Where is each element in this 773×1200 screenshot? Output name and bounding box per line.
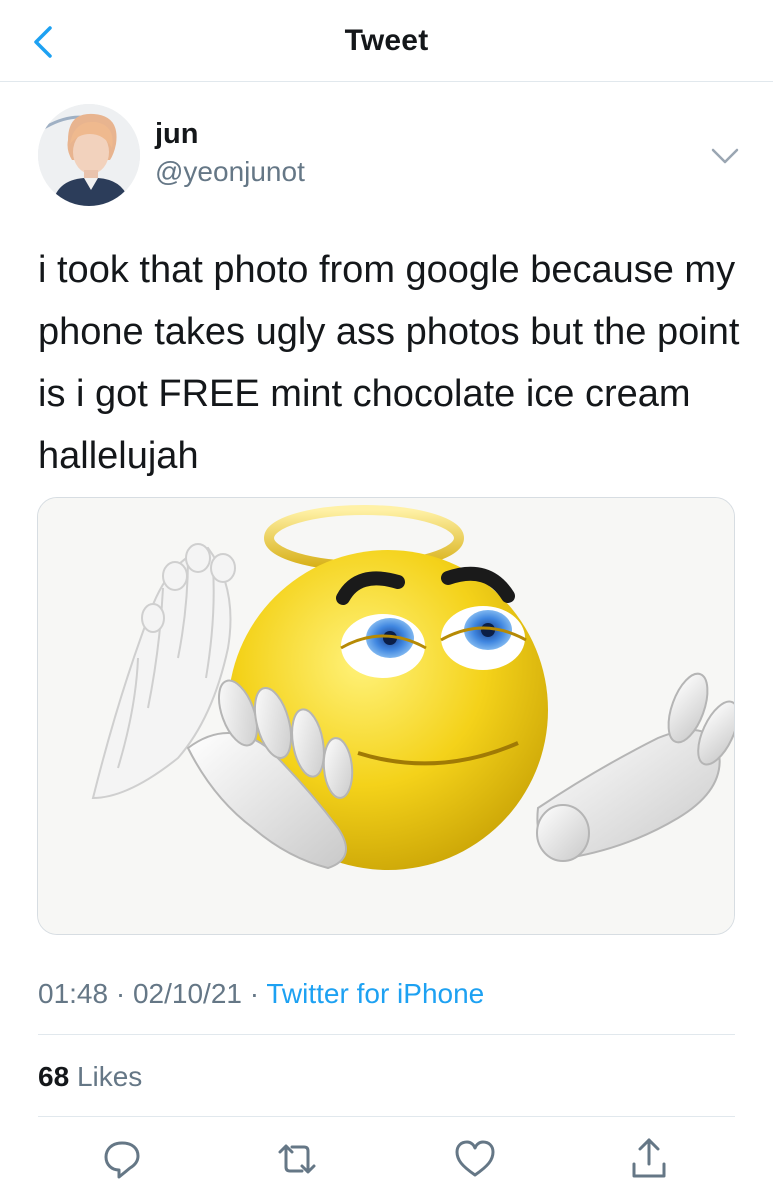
likes-count: 68 [38, 1061, 70, 1092]
share-icon [632, 1138, 666, 1178]
tweet-date: 02/10/21 [132, 978, 242, 1009]
top-bar: Tweet [0, 0, 773, 82]
page-title: Tweet [344, 24, 429, 57]
tweet-text: i took that photo from google because my… [38, 249, 740, 477]
avatar-image [38, 104, 140, 206]
tweet-time: 01:48 [38, 978, 109, 1009]
tweet-media[interactable] [37, 497, 735, 935]
meta-separator: · [108, 978, 133, 1009]
share-button[interactable] [624, 1134, 674, 1184]
reply-icon [104, 1141, 140, 1179]
author-handle[interactable]: @yeonjunot [155, 156, 305, 188]
reply-button[interactable] [97, 1134, 147, 1184]
like-icon [455, 1140, 495, 1177]
author-display-name[interactable]: jun [155, 118, 199, 151]
angel-emoji-image [38, 498, 734, 934]
meta-separator: · [241, 978, 267, 1009]
divider [38, 1034, 735, 1035]
tweet-meta: 01:48 · 02/10/21 · Twitter for iPhone [38, 978, 484, 1010]
avatar[interactable] [38, 104, 140, 206]
tweet-source-link[interactable]: Twitter for iPhone [266, 978, 484, 1009]
likes-stat[interactable]: 68 Likes [38, 1061, 142, 1093]
retweet-button[interactable] [272, 1134, 322, 1184]
like-button[interactable] [450, 1134, 500, 1184]
more-options-button[interactable] [708, 140, 742, 170]
retweet-icon [278, 1144, 316, 1174]
likes-label: Likes [76, 1061, 143, 1092]
divider [38, 1116, 735, 1117]
chevron-down-icon [711, 148, 739, 164]
